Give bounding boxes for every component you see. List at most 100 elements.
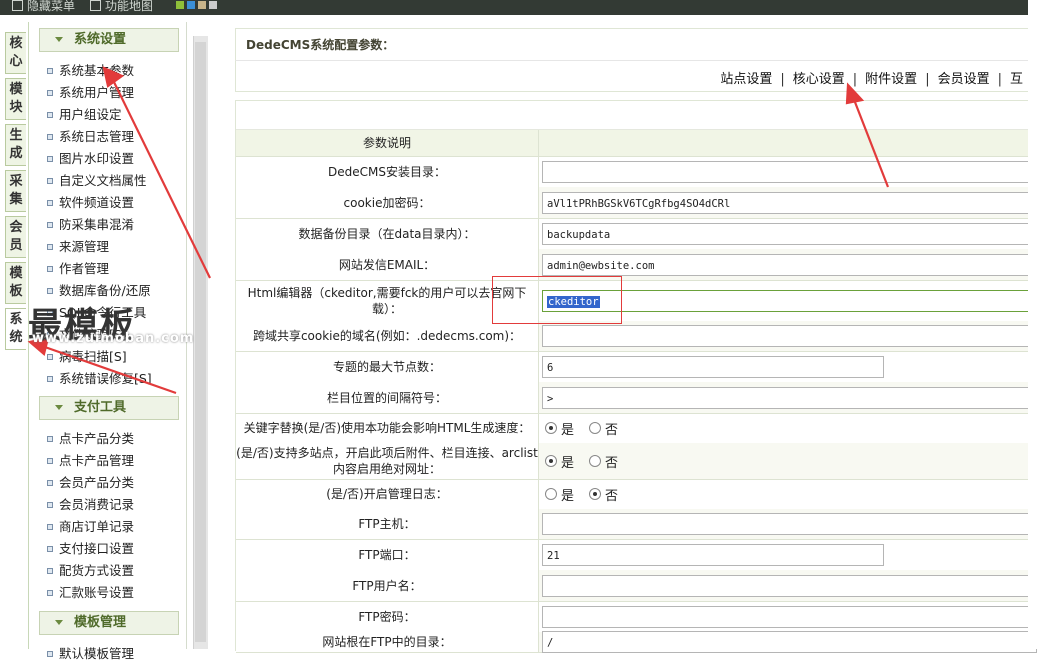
header-cell: 参数说明 bbox=[236, 130, 539, 156]
menu-item-label: 会员产品分类 bbox=[59, 475, 135, 490]
bullet-icon bbox=[47, 650, 53, 657]
radio-no-label: 否 bbox=[605, 455, 619, 471]
input-value: 6 bbox=[547, 362, 554, 374]
config-text-input[interactable]: 21 bbox=[542, 544, 884, 566]
menu-item[interactable]: 数据库备份/还原 bbox=[47, 280, 151, 299]
config-text-input[interactable]: > bbox=[542, 387, 1037, 409]
row-value-cell: > bbox=[539, 382, 1037, 413]
menu-group-header[interactable]: 系统设置 bbox=[39, 28, 179, 52]
config-text-input[interactable] bbox=[542, 513, 1037, 535]
menu-item[interactable]: 点卡产品分类 bbox=[47, 428, 134, 447]
left-tab-0[interactable]: 核心 bbox=[5, 32, 26, 74]
hide-menu-button[interactable]: 隐藏菜单 bbox=[12, 0, 75, 12]
table-row: DedeCMS安装目录： bbox=[236, 156, 1037, 188]
menu-item[interactable]: 系统用户管理 bbox=[47, 82, 134, 101]
row-value-cell: 21 bbox=[539, 539, 1031, 570]
radio-yes[interactable]: 是 bbox=[545, 479, 574, 509]
menu-group-header[interactable]: 支付工具 bbox=[39, 396, 179, 420]
table-row: FTP密码： bbox=[236, 601, 1037, 633]
site-map-button[interactable]: 功能地图 bbox=[90, 0, 153, 12]
config-text-input[interactable]: backupdata bbox=[542, 223, 1037, 245]
settings-tab-link[interactable]: 会员设置 bbox=[938, 72, 990, 87]
radio-icon bbox=[589, 488, 601, 500]
settings-tab-link[interactable]: 互 bbox=[1010, 72, 1023, 87]
menu-item[interactable]: 图片水印设置 bbox=[47, 148, 134, 167]
menu-item[interactable]: 系统日志管理 bbox=[47, 126, 134, 145]
radio-yes-label: 是 bbox=[561, 422, 575, 438]
site-map-label: 功能地图 bbox=[105, 0, 154, 13]
scrollbar-thumb[interactable] bbox=[195, 42, 206, 642]
config-text-input[interactable]: 6 bbox=[542, 356, 884, 378]
row-value-cell: aVl1tPRhBGSkV6TCgRfbg4SO4dCRl bbox=[539, 187, 1037, 218]
table-row: 网站根在FTP中的目录： / bbox=[236, 631, 1037, 653]
bullet-icon bbox=[47, 457, 53, 464]
config-text-input[interactable] bbox=[542, 606, 1037, 628]
table-header-row: 参数说明 bbox=[236, 130, 1031, 157]
menu-item[interactable]: 配货方式设置 bbox=[47, 560, 134, 579]
table-row: 数据备份目录（在data目录内）： backupdata bbox=[236, 218, 1037, 250]
menu-item[interactable]: 用户组设定 bbox=[47, 104, 122, 123]
radio-no[interactable]: 否 bbox=[589, 479, 618, 509]
settings-tab-link[interactable]: 站点设置 bbox=[720, 72, 772, 87]
theme-swatch-tan[interactable] bbox=[198, 1, 206, 9]
menu-item[interactable]: 防采集串混淆 bbox=[47, 214, 134, 233]
menu-item[interactable]: 商店订单记录 bbox=[47, 516, 134, 535]
menu-item[interactable]: 病毒扫描[S] bbox=[47, 346, 127, 365]
settings-tab-link[interactable]: 附件设置 bbox=[865, 72, 917, 87]
link-separator: | bbox=[997, 72, 1002, 87]
left-tab-4[interactable]: 会员 bbox=[5, 216, 26, 258]
radio-yes[interactable]: 是 bbox=[545, 413, 574, 443]
bullet-icon bbox=[47, 501, 53, 508]
menu-item[interactable]: 会员产品分类 bbox=[47, 472, 134, 491]
config-text-input[interactable] bbox=[542, 575, 1037, 597]
row-value-cell: / bbox=[539, 631, 1037, 653]
menu-item[interactable]: 支付接口设置 bbox=[47, 538, 134, 557]
menu-item[interactable]: 会员消费记录 bbox=[47, 494, 134, 513]
top-bar: 隐藏菜单 功能地图 bbox=[0, 0, 1030, 15]
theme-swatch-green[interactable] bbox=[176, 1, 184, 9]
left-tab-label: 模块 bbox=[9, 82, 23, 115]
left-tab-1[interactable]: 模块 bbox=[5, 78, 26, 120]
left-tab-label: 模板 bbox=[9, 266, 23, 299]
menu-item-label: 默认模板管理 bbox=[59, 646, 135, 661]
row-label: FTP主机： bbox=[236, 509, 539, 539]
menu-item-label: 防采集串混淆 bbox=[59, 217, 135, 232]
theme-swatch-gray[interactable] bbox=[209, 1, 217, 9]
menu-item[interactable]: 汇款账号设置 bbox=[47, 582, 134, 601]
config-text-input[interactable]: / bbox=[542, 631, 1037, 653]
menu-group-title: 模板管理 bbox=[74, 615, 127, 630]
config-text-input[interactable] bbox=[542, 161, 1037, 183]
radio-no[interactable]: 否 bbox=[589, 443, 618, 479]
menu-item[interactable]: 作者管理 bbox=[47, 258, 109, 277]
left-tab-label: 核心 bbox=[9, 36, 23, 69]
radio-yes[interactable]: 是 bbox=[545, 443, 574, 479]
bullet-icon bbox=[47, 177, 53, 184]
bullet-icon bbox=[47, 375, 53, 382]
menu-item[interactable]: 自定义文档属性 bbox=[47, 170, 147, 189]
menu-item[interactable]: 来源管理 bbox=[47, 236, 109, 255]
sidebar-scrollbar[interactable] bbox=[193, 36, 208, 649]
window-edge bbox=[1028, 0, 1037, 649]
config-text-input[interactable]: aVl1tPRhBGSkV6TCgRfbg4SO4dCRl bbox=[542, 192, 1037, 214]
menu-group-header[interactable]: 模板管理 bbox=[39, 611, 179, 635]
left-tab-3[interactable]: 采集 bbox=[5, 170, 26, 212]
left-tab-label: 会员 bbox=[9, 220, 23, 253]
menu-item[interactable]: 默认模板管理 bbox=[47, 643, 134, 662]
radio-icon bbox=[589, 455, 601, 467]
settings-tab-link[interactable]: 核心设置 bbox=[793, 72, 845, 87]
menu-item[interactable]: 点卡产品管理 bbox=[47, 450, 134, 469]
config-text-input[interactable] bbox=[542, 325, 1037, 347]
left-tab-2[interactable]: 生成 bbox=[5, 124, 26, 166]
theme-swatch-blue[interactable] bbox=[187, 1, 195, 9]
left-tab-6[interactable]: 系统 bbox=[5, 308, 26, 350]
menu-item[interactable]: 系统基本参数 bbox=[47, 60, 134, 79]
row-label: FTP端口： bbox=[236, 539, 539, 570]
menu-item[interactable]: 系统错误修复[S] bbox=[47, 368, 152, 387]
config-text-input[interactable]: admin@ewbsite.com bbox=[542, 254, 1037, 276]
menu-item[interactable]: 软件频道设置 bbox=[47, 192, 134, 211]
radio-no[interactable]: 否 bbox=[589, 413, 618, 443]
menu-item-label: 商店订单记录 bbox=[59, 519, 135, 534]
link-separator: | bbox=[852, 72, 858, 87]
row-value-cell: 是否 bbox=[539, 413, 1031, 443]
left-tab-5[interactable]: 模板 bbox=[5, 262, 26, 304]
